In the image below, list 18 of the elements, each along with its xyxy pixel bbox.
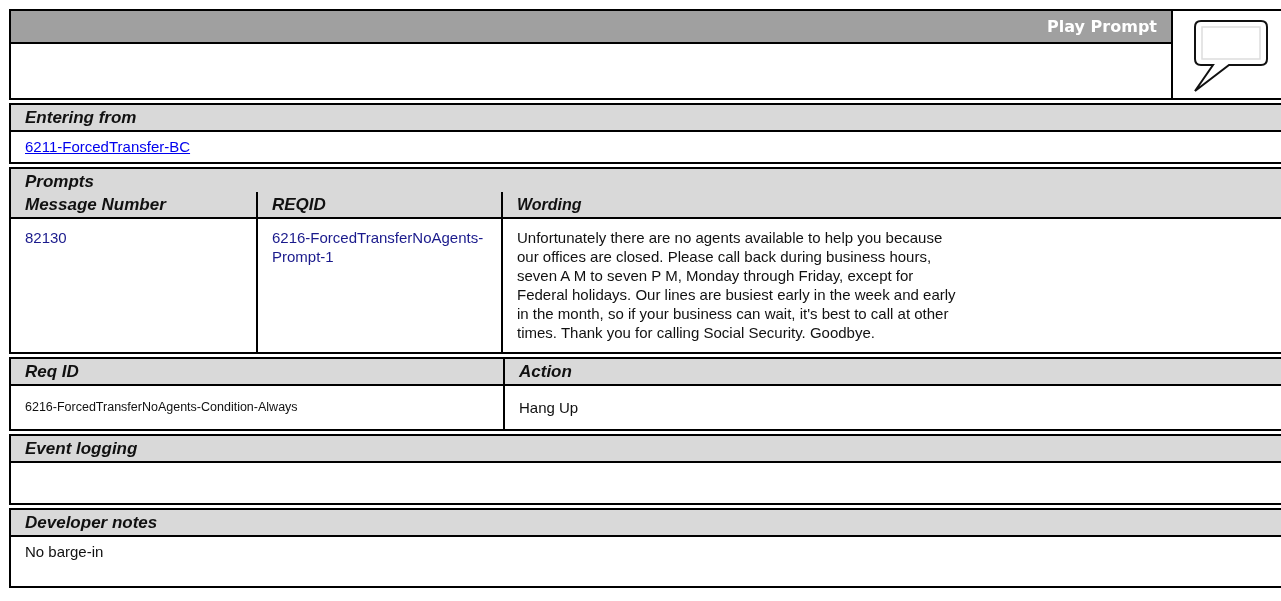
table-cell-text: 82130 — [24, 228, 68, 248]
column-header: Message Number — [24, 194, 168, 216]
section-title: Entering from — [25, 108, 137, 127]
column-header: Req ID — [24, 361, 80, 383]
state-title: Play Prompt — [1047, 17, 1157, 36]
column-header: REQID — [256, 192, 501, 217]
section-title: Event logging — [25, 439, 138, 458]
table-cell: Unfortunately there are no agents available to help you because our offices are closed. Please call back during business hours, seven A M to seven P M, Monday through Friday, except for Federal holidays. Our lines are busiest early in the week and early in the month, so if your business can wait, it's best to call at other times. Thank you for calling Social Security. Goodbye. — [501, 219, 1281, 352]
table-cell-text: 6216-ForcedTransferNoAgents-Condition-Always — [24, 399, 299, 416]
column-header: Wording — [501, 192, 1281, 217]
section-title: Developer notes — [25, 513, 158, 532]
speech-bubble-icon — [1193, 19, 1269, 93]
note-text: No barge-in — [25, 543, 104, 560]
table-cell: Hang Up — [503, 386, 1281, 429]
entering-from-link[interactable]: 6211-ForcedTransfer-BC — [25, 138, 191, 155]
section-title: Prompts — [24, 172, 94, 191]
column-header: Action — [503, 359, 1281, 384]
table-cell: 6216-ForcedTransferNoAgents-Prompt-1 — [256, 219, 501, 352]
